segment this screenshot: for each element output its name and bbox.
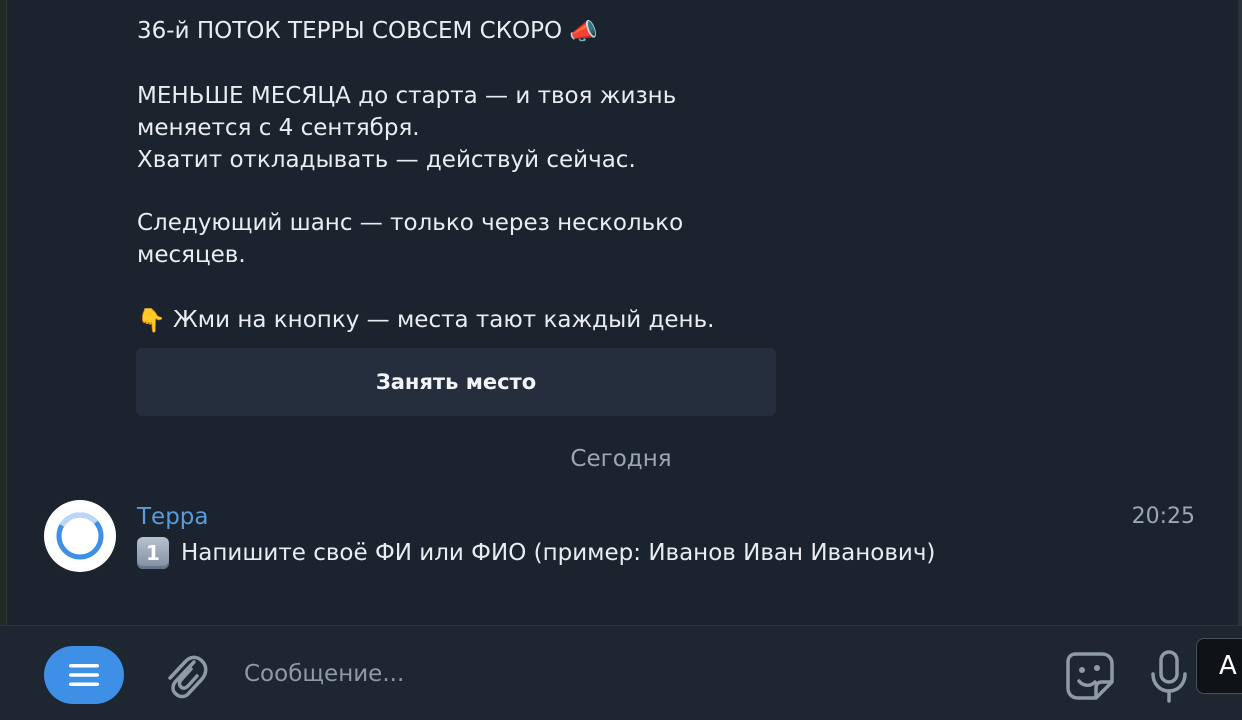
paperclip-icon (168, 655, 208, 699)
menu-button[interactable] (44, 646, 124, 704)
message-input[interactable] (232, 652, 1056, 696)
side-popup-label: A (1219, 651, 1237, 681)
message-line: Хватит откладывать — действуй сейчас. (137, 147, 636, 173)
microphone-icon (1151, 650, 1187, 703)
message-text: Напишите своё ФИ или ФИО (пример: Иванов… (181, 540, 936, 566)
keycap-one-icon: 1 (137, 537, 169, 569)
message-text: 36-й ПОТОК ТЕРРЫ СОВСЕМ СКОРО (137, 18, 563, 44)
message-line: 36-й ПОТОК ТЕРРЫ СОВСЕМ СКОРО 📣 (137, 15, 598, 48)
avatar-ring-icon (56, 512, 104, 560)
take-seat-button[interactable]: Занять место (136, 348, 776, 416)
message-line: Следующий шанс — только через несколько (137, 210, 684, 236)
pointing-down-icon: 👇 (137, 307, 166, 334)
attach-button[interactable] (160, 648, 210, 702)
window-frame-right (1238, 0, 1242, 720)
sender-name[interactable]: Терра (137, 501, 209, 533)
message-composer (0, 625, 1242, 720)
take-seat-button-label: Занять место (375, 370, 537, 394)
megaphone-icon: 📣 (569, 18, 599, 45)
sticker-icon (1066, 652, 1114, 700)
date-separator: Сегодня (570, 446, 672, 472)
menu-icon (69, 664, 99, 686)
side-popup[interactable]: A (1196, 638, 1242, 694)
voice-button[interactable] (1146, 646, 1192, 706)
window-frame-left (0, 0, 7, 720)
message-line: 👇 Жми на кнопку — места тают каждый день… (137, 304, 714, 337)
message-text: Жми на кнопку — места тают каждый день. (172, 307, 715, 333)
message-line: меняется с 4 сентября. (137, 115, 420, 141)
message-time: 20:25 (1131, 504, 1195, 529)
message-line: МЕНЬШЕ МЕСЯЦА до старта — и твоя жизнь (137, 83, 677, 109)
sticker-button[interactable] (1062, 648, 1118, 704)
chat-window: 36-й ПОТОК ТЕРРЫ СОВСЕМ СКОРО 📣 МЕНЬШЕ М… (0, 0, 1242, 720)
message-line: месяцев. (137, 242, 246, 268)
latest-message-text: 1 Напишите своё ФИ или ФИО (пример: Иван… (137, 537, 935, 569)
avatar[interactable] (44, 500, 116, 572)
